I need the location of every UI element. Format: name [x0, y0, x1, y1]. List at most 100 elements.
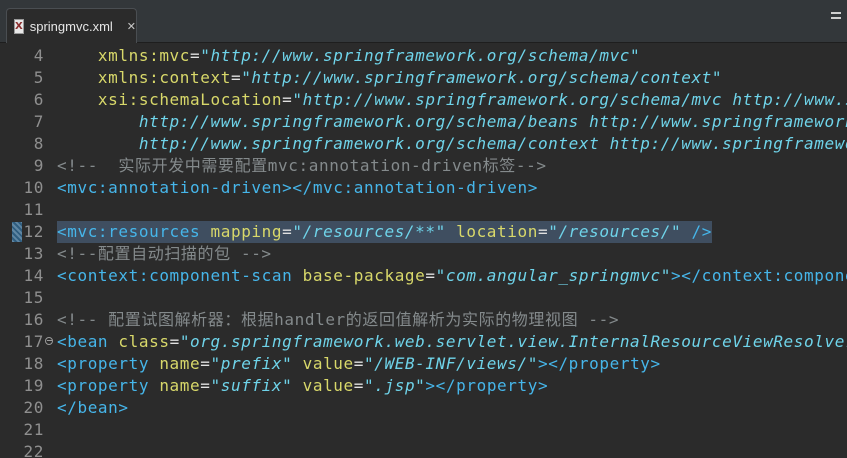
code-line[interactable]: 16 <!-- 配置试图解析器：根据handler的返回值解析为实际的物理视图 -…	[0, 309, 847, 331]
code-token: =	[425, 266, 436, 285]
code-line[interactable]: 4 xmlns:mvc="http://www.springframework.…	[0, 45, 847, 67]
line-number: 17	[23, 332, 44, 351]
line-number: 16	[23, 310, 44, 329]
code-token: base-package	[302, 266, 426, 285]
code-text: </bean>	[57, 397, 129, 419]
code-token: "http://www.springframework.org/schema/c…	[241, 68, 723, 87]
editor-tab-bar: X springmvc.xml ✕	[0, 0, 847, 43]
code-text: <!-- 实际开发中需要配置mvc:annotation-driven标签-->	[57, 155, 547, 177]
code-token: <!-- 配置试图解析器：根据handler的返回值解析为实际的物理视图 -->	[57, 310, 620, 329]
code-line[interactable]: 14 <context:component-scan base-package="…	[0, 265, 847, 287]
code-text: <mvc:resources mapping="/resources/**" l…	[57, 221, 712, 243]
code-token: <property	[57, 354, 160, 373]
code-token: class	[118, 332, 170, 351]
code-token: <!-- 实际开发中需要配置mvc:annotation-driven标签-->	[57, 156, 547, 175]
code-token: =	[200, 354, 211, 373]
code-text: <property name="suffix" value=".jsp"></p…	[57, 375, 548, 397]
tab-title: springmvc.xml	[29, 18, 113, 34]
code-token: value	[292, 354, 354, 373]
code-token: "http://www.springframework.org/schema/m…	[200, 46, 641, 65]
code-token: xsi:schemaLocation	[57, 90, 283, 109]
line-number: 22	[23, 442, 44, 458]
line-number: 9	[33, 156, 44, 175]
line-number: 15	[23, 288, 44, 307]
code-text: http://www.springframework.org/schema/co…	[57, 133, 847, 155]
code-token: =	[169, 332, 180, 351]
code-line[interactable]: 13 <!--配置自动扫描的包 -->	[0, 243, 847, 265]
code-token: <context:component-scan	[57, 266, 303, 285]
code-line[interactable]: 11	[0, 199, 847, 221]
code-token: name	[159, 354, 201, 373]
code-line[interactable]: 22	[0, 441, 847, 458]
code-token: ></property>	[537, 354, 661, 373]
line-number: 5	[33, 68, 44, 87]
close-icon[interactable]: ✕	[127, 20, 136, 33]
code-token: =	[200, 376, 211, 395]
code-token: =	[282, 90, 293, 109]
code-text: <!--配置自动扫描的包 -->	[57, 243, 272, 265]
line-number: 18	[23, 354, 44, 373]
code-text: <property name="prefix" value="/WEB-INF/…	[57, 353, 661, 375]
code-token: ".jsp"	[364, 376, 426, 395]
code-line[interactable]: 7 http://www.springframework.org/schema/…	[0, 111, 847, 133]
line-number: 7	[33, 112, 44, 131]
code-token: "/resources/"	[548, 222, 682, 241]
line-number: 10	[23, 178, 44, 197]
xml-file-icon: X	[14, 18, 24, 34]
code-token: ></context:component	[670, 266, 847, 285]
code-line[interactable]: 5 xmlns:context="http://www.springframew…	[0, 67, 847, 89]
code-token: <property	[57, 376, 160, 395]
code-token: mapping	[210, 222, 283, 241]
code-token: />	[681, 222, 712, 241]
code-editor[interactable]: 4 xmlns:mvc="http://www.springframework.…	[0, 43, 847, 458]
code-token: "org.springframework.web.servlet.view.In…	[179, 332, 847, 351]
code-line[interactable]: 19 <property name="suffix" value=".jsp"><…	[0, 375, 847, 397]
code-token: xmlns:mvc	[57, 46, 191, 65]
code-line[interactable]: 18 <property name="prefix" value="/WEB-IN…	[0, 353, 847, 375]
code-line[interactable]: 15	[0, 287, 847, 309]
code-text: <bean class="org.springframework.web.ser…	[57, 331, 847, 353]
code-token: xmlns:context	[57, 68, 231, 87]
code-token: =	[353, 354, 365, 373]
code-token: =	[190, 46, 201, 65]
code-token: =	[537, 222, 549, 241]
code-text: xsi:schemaLocation="http://www.springfra…	[57, 89, 847, 111]
code-text: <mvc:annotation-driven></mvc:annotation-…	[57, 177, 538, 199]
line-number: 21	[23, 420, 44, 439]
code-token: name	[159, 376, 201, 395]
code-text: xmlns:context="http://www.springframewor…	[57, 67, 722, 89]
code-token: <!--配置自动扫描的包 -->	[57, 244, 272, 263]
line-number: 20	[23, 398, 44, 417]
code-line[interactable]: 20 </bean>	[0, 397, 847, 419]
line-number: 14	[23, 266, 44, 285]
code-token: http://www.springframework.org/schema/be…	[57, 112, 847, 131]
code-token: "/resources/**"	[292, 222, 446, 241]
code-token: ></property>	[425, 376, 549, 395]
code-token: <bean	[57, 332, 119, 351]
code-line[interactable]: 21	[0, 419, 847, 441]
tab-springmvc-xml[interactable]: X springmvc.xml ✕	[6, 8, 137, 43]
code-token: =	[282, 222, 293, 241]
code-token: value	[292, 376, 354, 395]
line-number: 8	[33, 134, 44, 153]
code-token: "/WEB-INF/views/"	[364, 354, 538, 373]
minimize-icon[interactable]	[831, 12, 841, 19]
code-text: <!-- 配置试图解析器：根据handler的返回值解析为实际的物理视图 -->	[57, 309, 619, 331]
code-line[interactable]: 17− <bean class="org.springframework.web.…	[0, 331, 847, 353]
line-number: 4	[33, 46, 44, 65]
code-token: "prefix"	[210, 354, 293, 373]
code-token: http://www.springframework.org/schema/co…	[57, 134, 847, 153]
code-text: http://www.springframework.org/schema/be…	[57, 111, 847, 133]
line-number: 13	[23, 244, 44, 263]
code-line[interactable]: 12 <mvc:resources mapping="/resources/**"…	[0, 221, 847, 243]
code-text: <context:component-scan base-package="co…	[57, 265, 847, 287]
code-line[interactable]: 6 xsi:schemaLocation="http://www.springf…	[0, 89, 847, 111]
code-line[interactable]: 8 http://www.springframework.org/schema/…	[0, 133, 847, 155]
line-number: 12	[23, 222, 44, 241]
code-token: location	[445, 222, 538, 241]
code-token: "com.angular_springmvc"	[435, 266, 671, 285]
code-token: </bean>	[57, 398, 129, 417]
fold-toggle-icon[interactable]: −	[45, 337, 53, 345]
code-line[interactable]: 10 <mvc:annotation-driven></mvc:annotatio…	[0, 177, 847, 199]
code-line[interactable]: 9 <!-- 实际开发中需要配置mvc:annotation-driven标签--…	[0, 155, 847, 177]
